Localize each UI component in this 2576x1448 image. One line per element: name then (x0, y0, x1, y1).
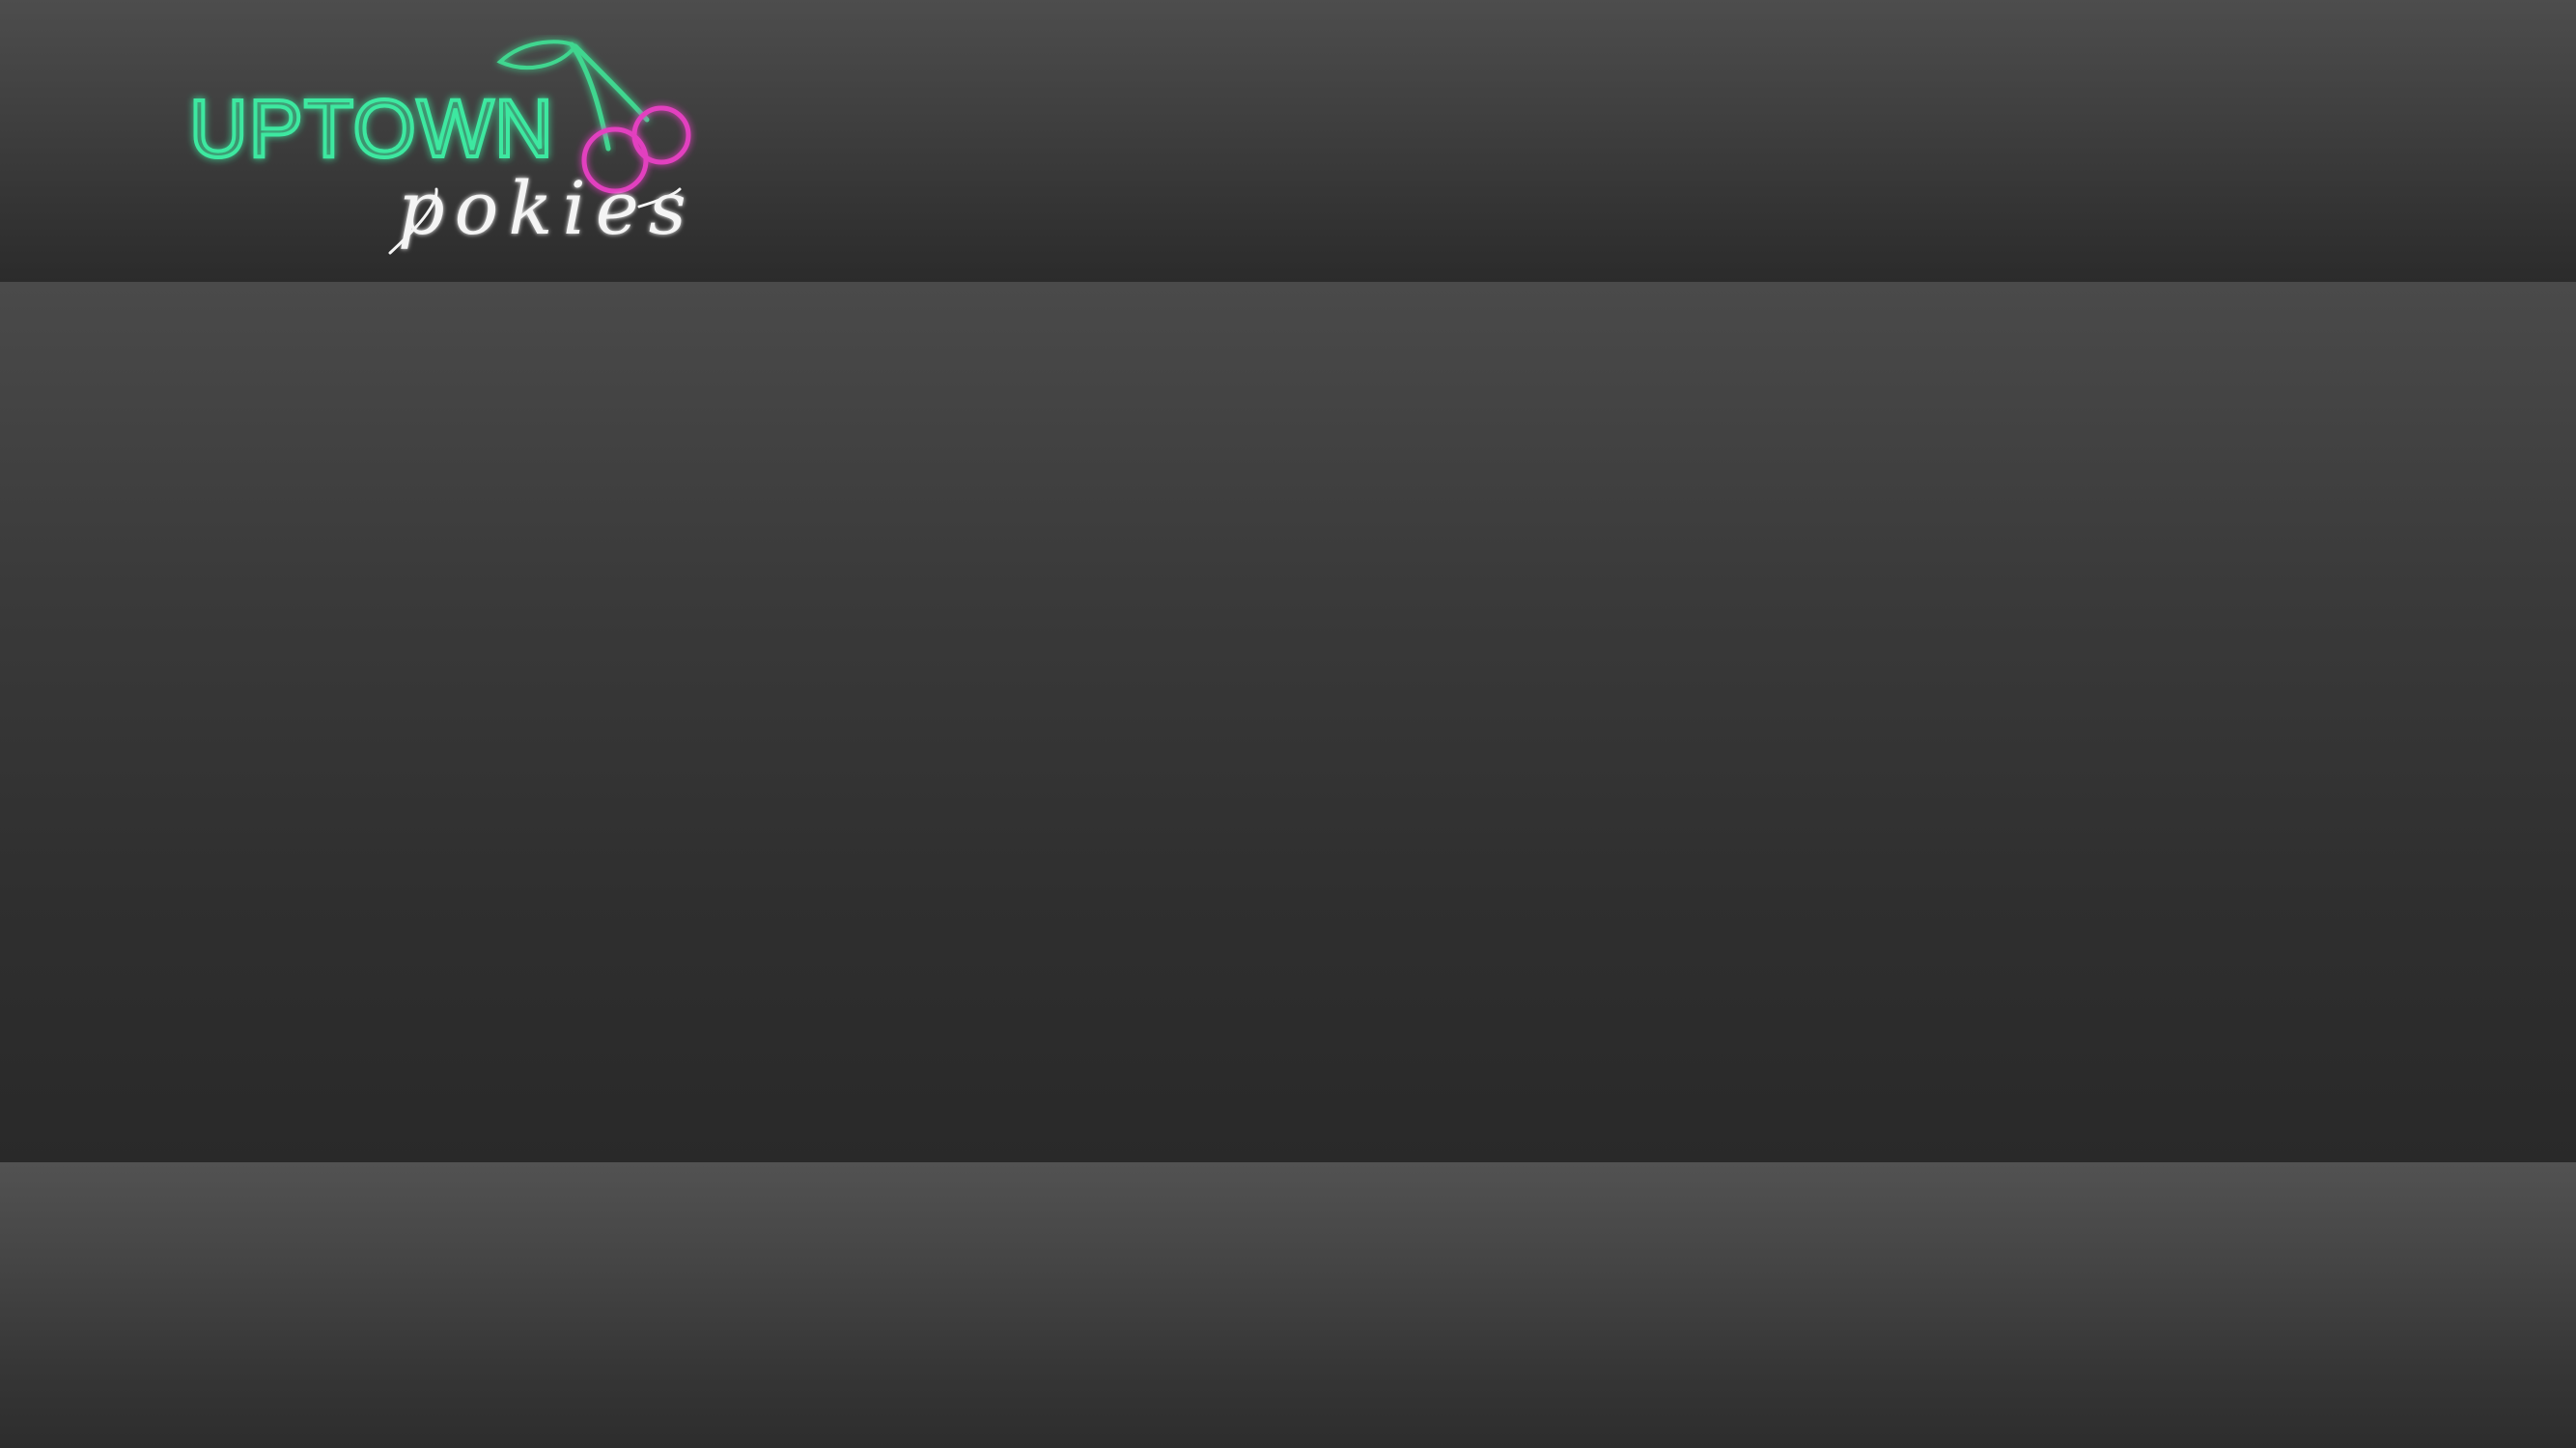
page: UPTOWN pokies (0, 0, 2576, 1448)
logo-graphic: UPTOWN pokies (187, 40, 696, 255)
site-logo[interactable]: UPTOWN pokies (185, 35, 707, 263)
footer-area (0, 1162, 2576, 1448)
logo-script: pokies (398, 165, 696, 251)
logo-wordmark: UPTOWN (189, 83, 554, 174)
site-header: UPTOWN pokies (0, 0, 2576, 282)
hero-banner (0, 282, 2576, 1162)
